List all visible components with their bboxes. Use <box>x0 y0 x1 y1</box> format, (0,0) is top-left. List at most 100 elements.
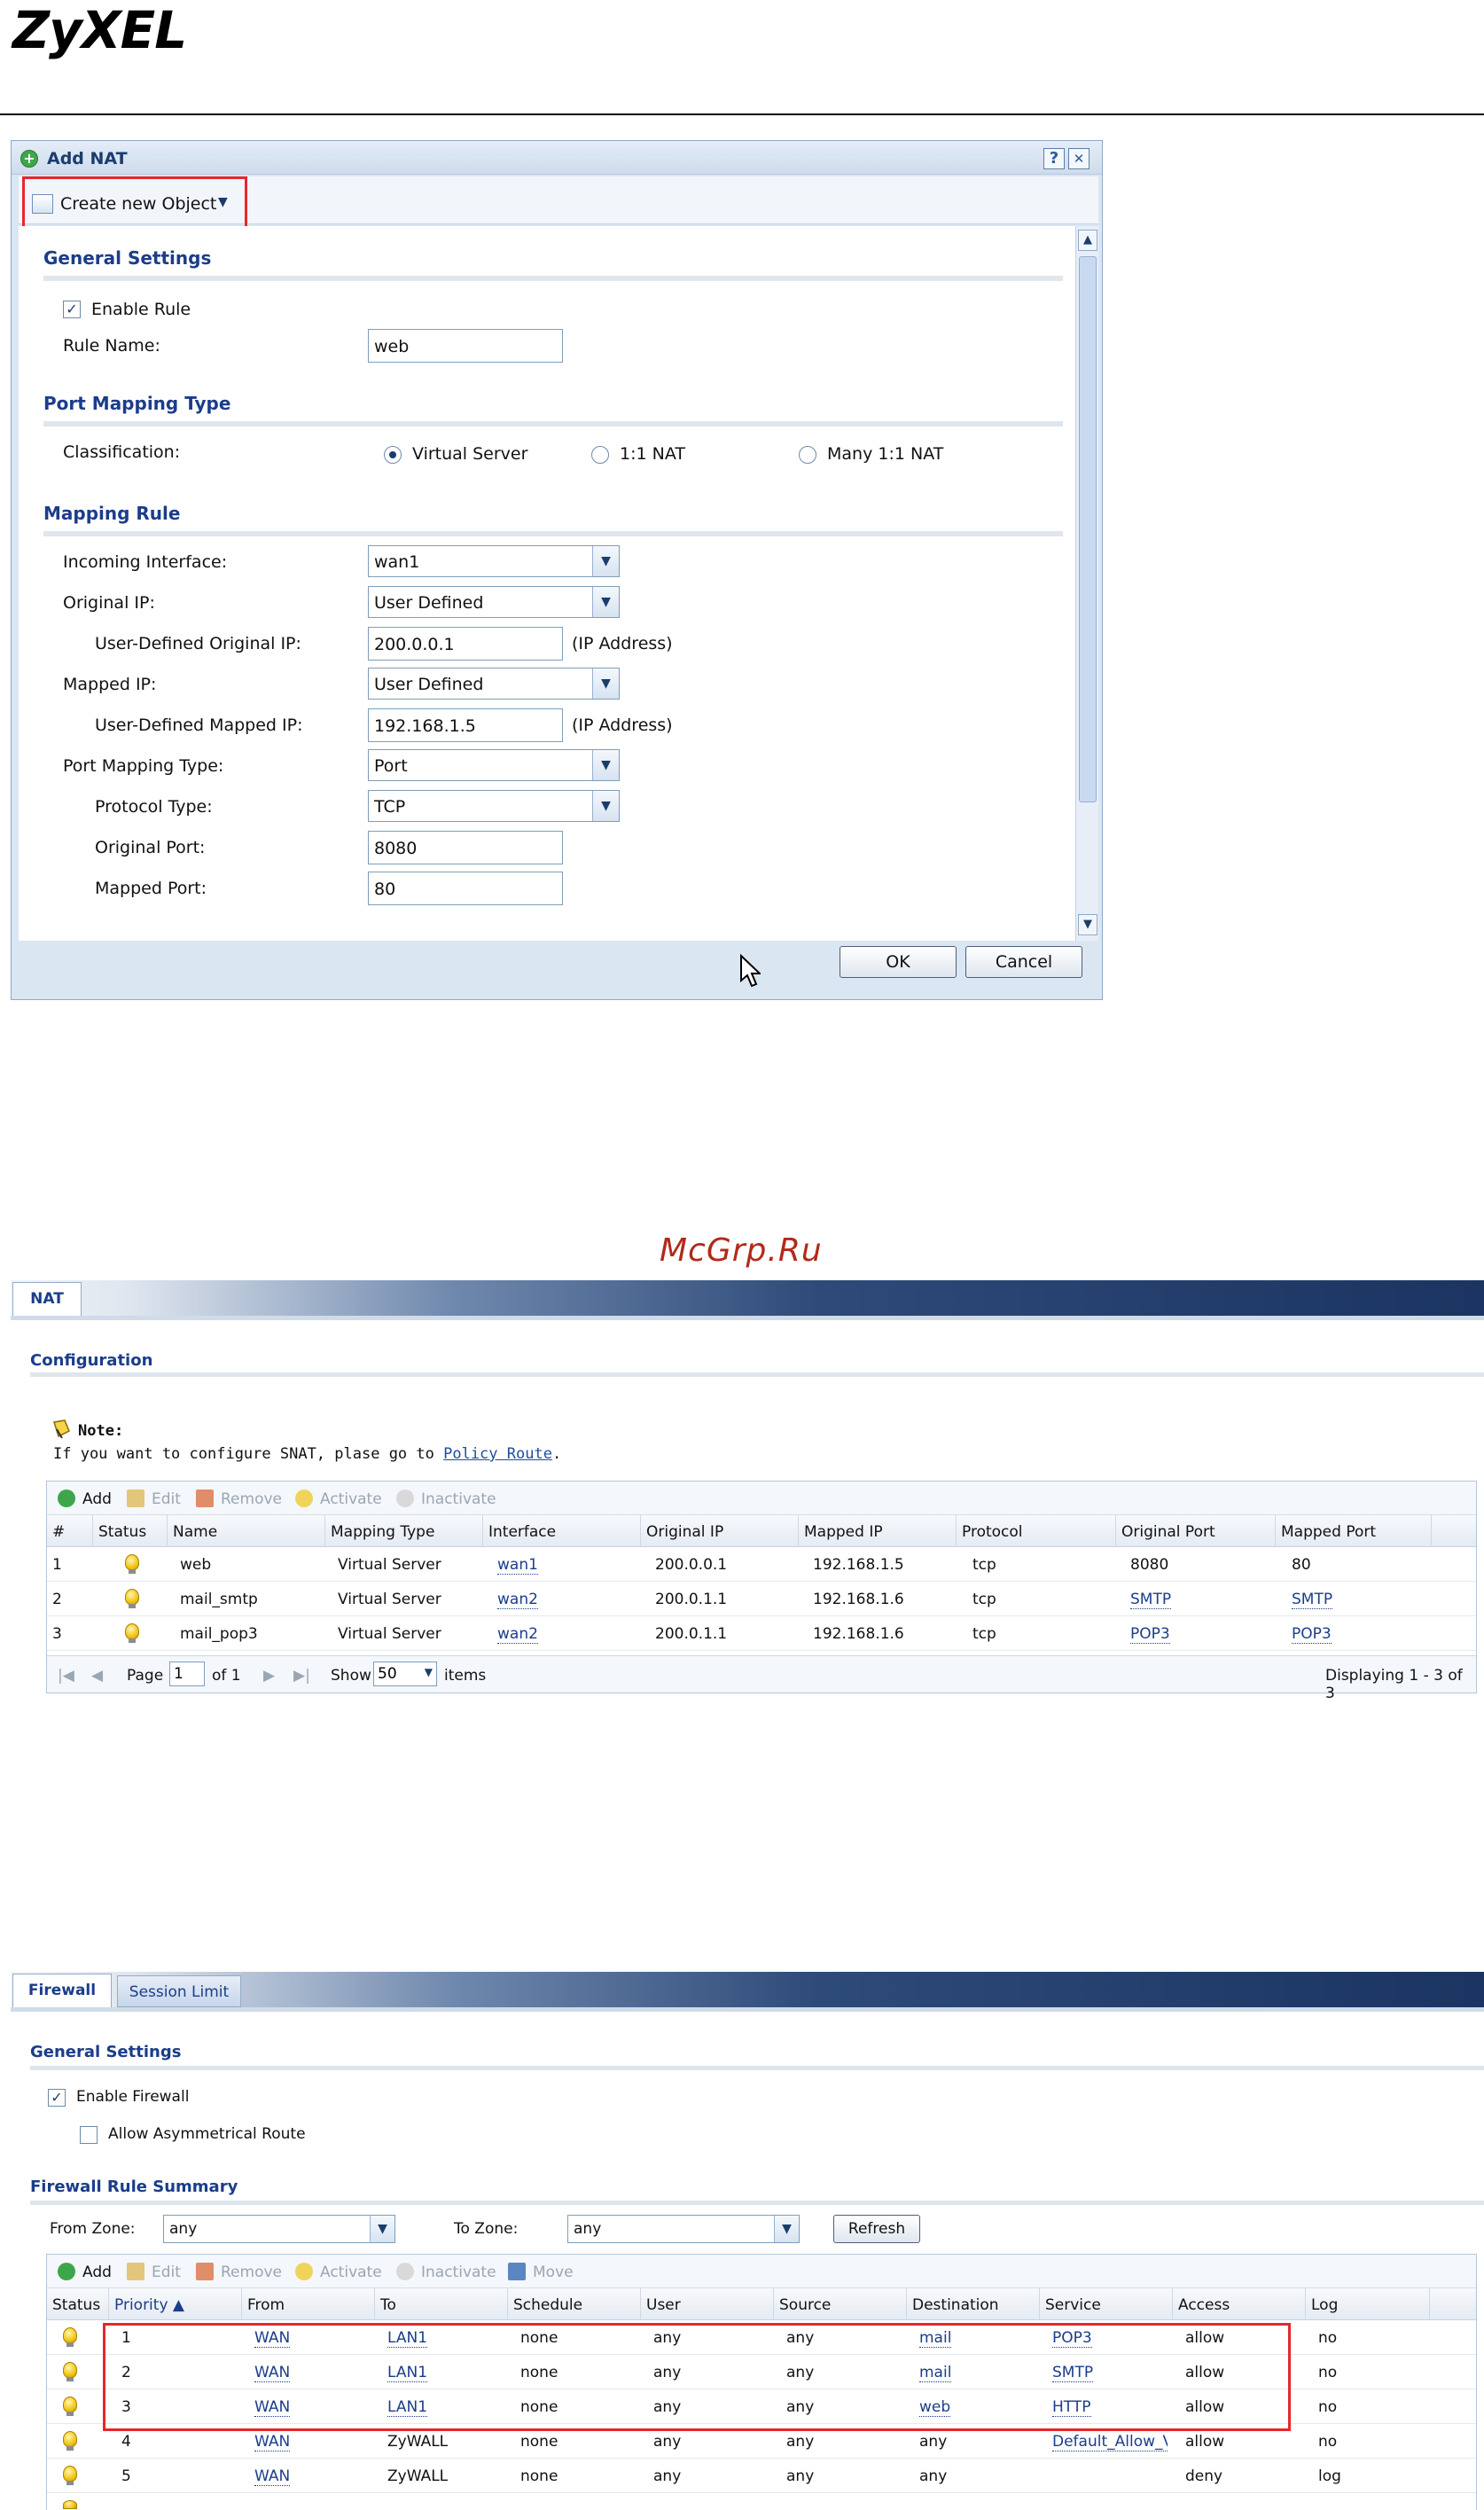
help-button[interactable]: ? <box>1043 148 1065 169</box>
col-schedule[interactable]: Schedule <box>508 2288 641 2320</box>
ip-address-hint: (IP Address) <box>572 715 673 735</box>
section-divider <box>43 276 1063 281</box>
col-name[interactable]: Name <box>168 1515 325 1547</box>
fw-add-button[interactable]: Add <box>82 2264 112 2281</box>
fw-inactivate-button[interactable]: Inactivate <box>421 2264 496 2281</box>
enable-rule-checkbox[interactable]: ✓ <box>63 301 81 318</box>
firewall-table-header: Status Priority ▲ From To Schedule User … <box>47 2288 1476 2320</box>
table-row[interactable]: 2 mail_smtp Virtual Server wan2 200.0.1.… <box>47 1582 1476 1616</box>
to-zone-label: To Zone: <box>454 2220 519 2238</box>
page-size-select[interactable]: 50 ▼ <box>373 1662 437 1686</box>
col-original-port[interactable]: Original Port <box>1116 1515 1276 1547</box>
note-label: Note: <box>78 1422 124 1440</box>
row-user: any <box>653 2433 682 2451</box>
from-zone-select[interactable]: any ▼ <box>163 2215 395 2243</box>
col-priority[interactable]: Priority ▲ <box>109 2288 242 2320</box>
prev-page-icon[interactable]: ◀ <box>91 1667 103 1685</box>
protocol-type-select[interactable]: TCP ▼ <box>368 790 620 822</box>
col-mapped-ip[interactable]: Mapped IP <box>799 1515 957 1547</box>
inactivate-icon <box>396 2263 414 2280</box>
fw-move-button[interactable]: Move <box>533 2264 574 2281</box>
create-new-object-button[interactable]: Create new Object ▼ <box>22 176 247 233</box>
col-num[interactable]: # <box>47 1515 93 1547</box>
col-mapped-port[interactable]: Mapped Port <box>1276 1515 1432 1547</box>
col-access[interactable]: Access <box>1173 2288 1306 2320</box>
one-to-one-nat-radio[interactable] <box>591 446 609 464</box>
tab-nat[interactable]: NAT <box>12 1282 82 1316</box>
dialog-scrollbar[interactable]: ▲ ▼ <box>1075 226 1098 941</box>
row-mapped-port-link[interactable]: POP3 <box>1292 1625 1332 1644</box>
scroll-up-icon[interactable]: ▲ <box>1078 230 1097 251</box>
nat-edit-button[interactable]: Edit <box>152 1490 181 1508</box>
cancel-button[interactable]: Cancel <box>965 946 1082 978</box>
mapped-ip-select[interactable]: User Defined ▼ <box>368 668 620 700</box>
col-interface[interactable]: Interface <box>483 1515 641 1547</box>
nat-inactivate-button[interactable]: Inactivate <box>421 1490 496 1508</box>
incoming-interface-label: Incoming Interface: <box>63 552 228 572</box>
row-interface-link[interactable]: wan2 <box>497 1625 538 1644</box>
ok-button[interactable]: OK <box>840 946 957 978</box>
table-row[interactable]: 1 web Virtual Server wan1 200.0.0.1 192.… <box>47 1547 1476 1582</box>
col-to[interactable]: To <box>375 2288 508 2320</box>
tab-firewall[interactable]: Firewall <box>12 1974 112 2007</box>
col-mapping-type[interactable]: Mapping Type <box>325 1515 483 1547</box>
first-page-icon[interactable]: |◀ <box>58 1667 74 1685</box>
original-ip-select[interactable]: User Defined ▼ <box>368 586 620 618</box>
policy-route-link[interactable]: Policy Route <box>443 1445 552 1463</box>
status-bulb-icon <box>63 2500 77 2509</box>
rule-name-input[interactable]: web <box>368 329 563 363</box>
row-from-link[interactable]: WAN <box>254 2433 291 2451</box>
col-user[interactable]: User <box>641 2288 774 2320</box>
nat-activate-button[interactable]: Activate <box>320 1490 382 1508</box>
to-zone-select[interactable]: any ▼ <box>567 2215 800 2243</box>
many-one-to-one-nat-radio[interactable] <box>799 446 816 464</box>
incoming-interface-select[interactable]: wan1 ▼ <box>368 545 620 577</box>
table-row[interactable]: 5 WAN ZyWALL none any any any deny log <box>47 2459 1476 2493</box>
allow-asymmetrical-route-checkbox[interactable] <box>80 2126 98 2144</box>
col-log[interactable]: Log <box>1306 2288 1430 2320</box>
fw-remove-button[interactable]: Remove <box>221 2264 282 2281</box>
row-interface-link[interactable]: wan2 <box>497 1591 538 1609</box>
tab-bar-underline <box>11 2007 1484 2012</box>
fw-edit-button[interactable]: Edit <box>152 2264 181 2281</box>
port-mapping-type-select[interactable]: Port ▼ <box>368 749 620 781</box>
col-from[interactable]: From <box>242 2288 375 2320</box>
row-num: 1 <box>52 1556 62 1574</box>
col-status[interactable]: Status <box>93 1515 168 1547</box>
col-destination[interactable]: Destination <box>907 2288 1040 2320</box>
virtual-server-radio[interactable] <box>384 446 402 464</box>
row-interface-link[interactable]: wan1 <box>497 1556 538 1575</box>
last-page-icon[interactable]: ▶| <box>293 1667 310 1685</box>
enable-firewall-checkbox[interactable]: ✓ <box>48 2089 66 2107</box>
col-status[interactable]: Status <box>47 2288 109 2320</box>
close-button[interactable]: ✕ <box>1068 148 1090 169</box>
col-original-ip[interactable]: Original IP <box>641 1515 799 1547</box>
page-input[interactable]: 1 <box>169 1662 205 1686</box>
table-row[interactable]: 3 mail_pop3 Virtual Server wan2 200.0.1.… <box>47 1616 1476 1651</box>
refresh-button[interactable]: Refresh <box>833 2215 920 2243</box>
fw-activate-button[interactable]: Activate <box>320 2264 382 2281</box>
scroll-down-icon[interactable]: ▼ <box>1078 914 1097 935</box>
row-original-port-link[interactable]: POP3 <box>1130 1625 1170 1644</box>
row-from-link[interactable]: WAN <box>254 2467 291 2486</box>
original-port-input[interactable]: 8080 <box>368 831 563 864</box>
status-bulb-icon <box>125 1589 139 1608</box>
mapped-port-input[interactable]: 80 <box>368 872 563 905</box>
status-bulb-icon <box>63 2397 77 2416</box>
status-bulb-icon <box>63 2327 77 2347</box>
nat-remove-button[interactable]: Remove <box>221 1490 282 1508</box>
nat-add-button[interactable]: Add <box>82 1490 112 1508</box>
row-mapped-port-link[interactable]: SMTP <box>1292 1591 1333 1609</box>
scrollbar-thumb[interactable] <box>1079 256 1097 802</box>
edit-icon <box>127 2263 144 2280</box>
col-service[interactable]: Service <box>1040 2288 1173 2320</box>
user-defined-mapped-ip-input[interactable]: 192.168.1.5 <box>368 708 563 742</box>
user-defined-original-ip-input[interactable]: 200.0.0.1 <box>368 627 563 661</box>
tab-session-limit[interactable]: Session Limit <box>117 1975 241 2007</box>
tab-bar-underline <box>11 1316 1484 1320</box>
row-service-link[interactable]: Default_Allow_V <box>1052 2433 1168 2451</box>
next-page-icon[interactable]: ▶ <box>263 1667 275 1685</box>
col-protocol[interactable]: Protocol <box>957 1515 1116 1547</box>
col-source[interactable]: Source <box>774 2288 907 2320</box>
row-original-port-link[interactable]: SMTP <box>1130 1591 1172 1609</box>
